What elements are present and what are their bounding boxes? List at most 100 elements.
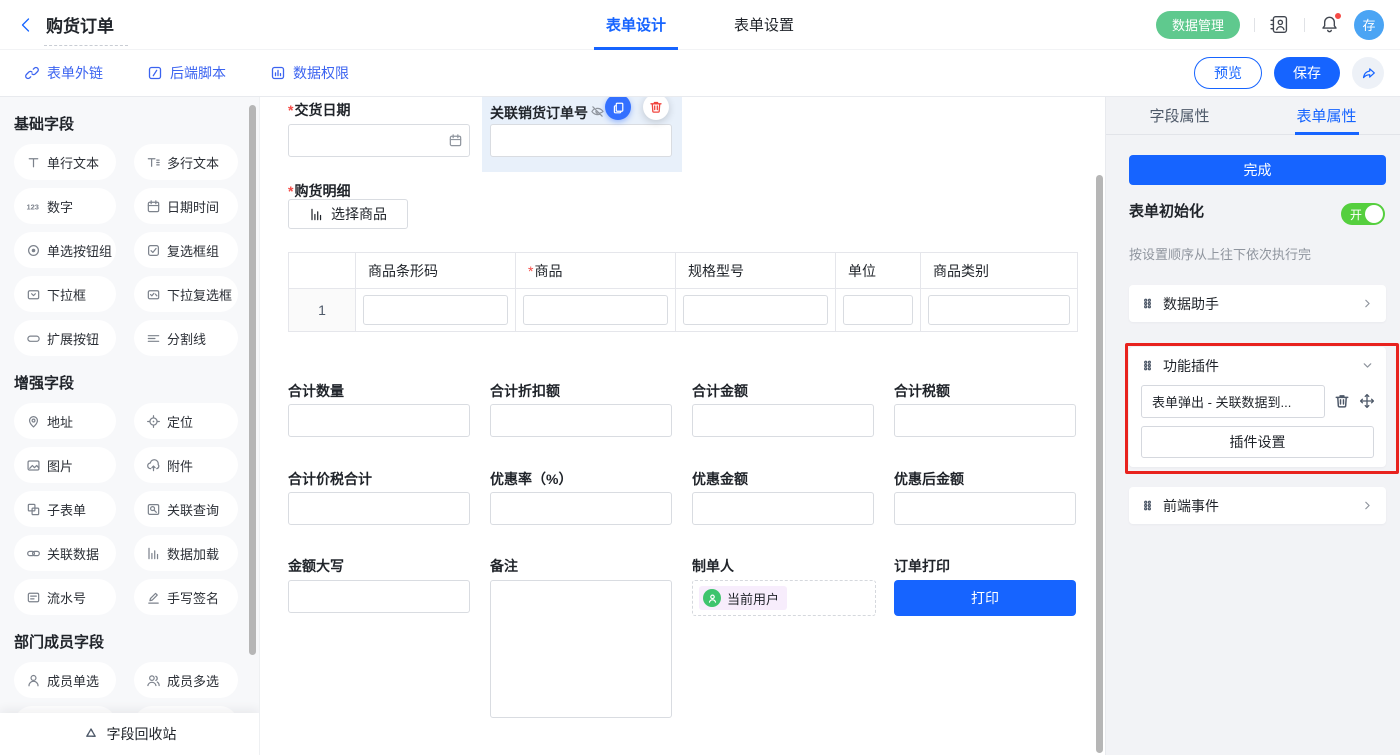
avatar[interactable]: 存 (1354, 10, 1384, 40)
duplicate-field-button[interactable] (605, 94, 631, 120)
data-manage-button[interactable]: 数据管理 (1156, 11, 1240, 39)
discount-rate-input[interactable] (490, 492, 672, 525)
select-product-button[interactable]: 选择商品 (288, 199, 408, 229)
form-init-toggle[interactable]: 开 (1341, 203, 1385, 225)
total-amount-input[interactable] (692, 404, 874, 437)
total-qty-input[interactable] (288, 404, 470, 437)
plugin-select[interactable]: 表单弹出 - 关联数据到... (1141, 385, 1325, 418)
drag-handle-icon[interactable] (1141, 297, 1154, 310)
sidebar-item-single-line-text[interactable]: 单行文本 (14, 144, 116, 180)
sidebar-item-data-load[interactable]: 数据加载 (134, 535, 238, 571)
form-toolbar: 表单外链 后端脚本 数据权限 预览 保存 (0, 50, 1400, 97)
sidebar-item-serial-number[interactable]: 流水号 (14, 579, 116, 615)
canvas-scrollbar[interactable] (1096, 175, 1103, 753)
tab-form-design[interactable]: 表单设计 (600, 0, 672, 50)
field-label-total-tax: 合计税额 (894, 381, 950, 401)
image-icon (26, 458, 41, 473)
remark-textarea[interactable] (490, 580, 672, 718)
card-function-plugin-header[interactable]: 功能插件 (1129, 347, 1386, 384)
sidebar-item-attachment[interactable]: 附件 (134, 447, 238, 483)
linked-order-input[interactable] (490, 124, 672, 157)
field-recycle-bin[interactable]: 字段回收站 (0, 713, 259, 755)
sidebar-item-radio-group[interactable]: 单选按钮组 (14, 232, 116, 268)
done-button[interactable]: 完成 (1129, 155, 1386, 185)
sidebar-item-member-single[interactable]: 成员单选 (14, 662, 116, 698)
sidebar-item-divider[interactable]: 分割线 (134, 320, 238, 356)
data-load-icon (146, 546, 161, 561)
amount-words-input[interactable] (288, 580, 470, 613)
barcode-input[interactable] (363, 295, 508, 325)
toolbar-link-external[interactable]: 表单外链 (24, 63, 103, 83)
field-label-purchase-detail: 购货明细 (288, 181, 350, 201)
delivery-date-input[interactable] (288, 124, 470, 157)
sidebar-item-linked-query[interactable]: 关联查询 (134, 491, 238, 527)
print-button[interactable]: 打印 (894, 580, 1076, 616)
category-input[interactable] (928, 295, 1070, 325)
signature-icon (146, 590, 161, 605)
tab-field-properties[interactable]: 字段属性 (1106, 97, 1253, 134)
after-discount-input[interactable] (894, 492, 1076, 525)
trash-icon (649, 100, 663, 114)
total-tax-input[interactable] (894, 404, 1076, 437)
properties-panel: 字段属性 表单属性 完成 表单初始化 开 按设置顺序从上往下依次执行完 数据助手… (1105, 97, 1400, 755)
sidebar-item-extend-button[interactable]: 扩展按钮 (14, 320, 116, 356)
field-label-creator: 制单人 (692, 556, 734, 576)
col-header-product: 商品 (516, 253, 676, 289)
sidebar-item-select[interactable]: 下拉框 (14, 276, 116, 312)
delete-field-button[interactable] (643, 94, 669, 120)
sidebar-item-location[interactable]: 定位 (134, 403, 238, 439)
field-label-remark: 备注 (490, 556, 518, 576)
card-frontend-event-header[interactable]: 前端事件 (1129, 487, 1386, 524)
sidebar-item-datetime[interactable]: 日期时间 (134, 188, 238, 224)
share-button[interactable] (1352, 57, 1384, 89)
plugin-settings-button[interactable]: 插件设置 (1141, 426, 1374, 458)
notification-bell-icon[interactable] (1319, 14, 1340, 35)
toolbar-link-script[interactable]: 后端脚本 (147, 63, 226, 83)
sidebar-item-multi-select[interactable]: 下拉复选框 (134, 276, 238, 312)
page-title[interactable]: 购货订单 (46, 12, 114, 37)
linked-data-icon (26, 546, 41, 561)
unit-input[interactable] (843, 295, 913, 325)
discount-amount-input[interactable] (692, 492, 874, 525)
sidebar-item-image[interactable]: 图片 (14, 447, 116, 483)
total-discount-input[interactable] (490, 404, 672, 437)
col-header-unit: 单位 (836, 253, 921, 289)
linked-query-icon (146, 502, 161, 517)
toolbar-link-permission[interactable]: 数据权限 (270, 63, 349, 83)
spec-input[interactable] (683, 295, 828, 325)
contacts-book-icon[interactable] (1269, 14, 1290, 35)
card-label: 前端事件 (1163, 496, 1219, 516)
sidebar-item-checkbox-group[interactable]: 复选框组 (134, 232, 238, 268)
field-label-amount-words: 金额大写 (288, 556, 344, 576)
detail-table-row: 1 (289, 289, 1078, 332)
row-number-cell: 1 (289, 289, 356, 332)
sidebar-item-address[interactable]: 地址 (14, 403, 116, 439)
cell-product (516, 289, 676, 332)
toolbar-link-label: 表单外链 (47, 63, 103, 83)
sidebar-item-subform[interactable]: 子表单 (14, 491, 116, 527)
address-icon (26, 414, 41, 429)
field-label-discount-amount: 优惠金额 (692, 469, 748, 489)
plugin-move-icon[interactable] (1359, 393, 1375, 409)
sidebar-item-number[interactable]: 123 数字 (14, 188, 116, 224)
plugin-delete-icon[interactable] (1334, 393, 1350, 409)
cell-category (921, 289, 1078, 332)
back-icon[interactable] (16, 15, 36, 35)
copy-icon (612, 101, 625, 114)
drag-handle-icon[interactable] (1141, 499, 1154, 512)
tab-form-properties[interactable]: 表单属性 (1253, 97, 1400, 134)
recycle-icon (83, 726, 99, 742)
creator-field[interactable]: 当前用户 (692, 580, 876, 616)
sidebar-item-multi-line-text[interactable]: 多行文本 (134, 144, 238, 180)
sidebar-item-member-multi[interactable]: 成员多选 (134, 662, 238, 698)
total-with-tax-input[interactable] (288, 492, 470, 525)
save-button[interactable]: 保存 (1274, 57, 1340, 89)
card-data-assistant-header[interactable]: 数据助手 (1129, 285, 1386, 322)
sidebar-item-signature[interactable]: 手写签名 (134, 579, 238, 615)
tab-form-settings[interactable]: 表单设置 (728, 0, 800, 50)
sidebar-scrollbar[interactable] (249, 105, 256, 655)
product-input[interactable] (523, 295, 668, 325)
preview-button[interactable]: 预览 (1194, 57, 1262, 89)
sidebar-item-linked-data[interactable]: 关联数据 (14, 535, 116, 571)
drag-handle-icon[interactable] (1141, 359, 1154, 372)
